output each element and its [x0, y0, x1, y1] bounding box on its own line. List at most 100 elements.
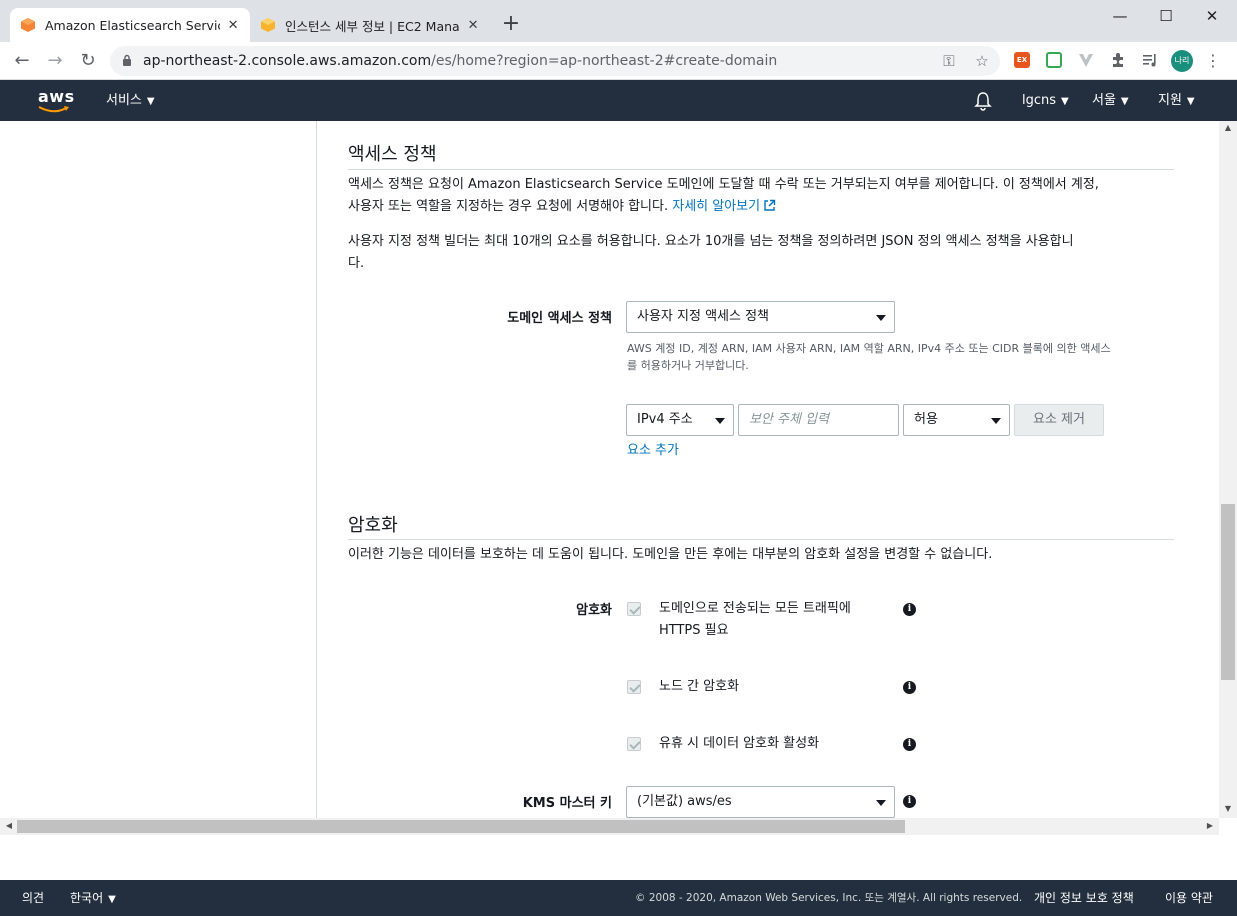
- scroll-left-icon[interactable]: ◀: [0, 821, 18, 830]
- access-policy-hint-line2: 를 허용하거나 거부합니다.: [627, 359, 749, 372]
- domain-access-policy-select[interactable]: 사용자 지정 액세스 정책: [626, 301, 895, 333]
- scroll-up-icon[interactable]: ▲: [1219, 123, 1237, 132]
- aws-cube-icon: [21, 18, 35, 32]
- dropdown-arrow-icon: [715, 418, 725, 424]
- vertical-scrollbar[interactable]: ▲ ▼: [1219, 121, 1237, 818]
- kms-master-key-select[interactable]: (기본값) aws/es: [626, 786, 895, 818]
- privacy-policy-link[interactable]: 개인 정보 보호 정책: [1034, 880, 1134, 916]
- language-label: 한국어: [70, 891, 104, 905]
- browser-menu-icon[interactable]: ⋮: [1205, 50, 1221, 72]
- https-required-checkbox[interactable]: [627, 602, 641, 616]
- url-host: ap-northeast-2.console.aws.amazon.com: [143, 53, 432, 69]
- encryption-description: 이러한 기능은 데이터를 보호하는 데 도움이 됩니다. 도메인을 만든 후에는…: [348, 547, 993, 562]
- aws-logo[interactable]: aws: [38, 87, 75, 106]
- lock-icon: [123, 54, 131, 66]
- url-path: /es/home?region=ap-northeast-2#create-do…: [431, 53, 778, 69]
- extension-screen-icon[interactable]: [1046, 52, 1062, 68]
- media-queue-icon[interactable]: [1142, 52, 1158, 68]
- caret-down-icon: ▼: [146, 96, 155, 107]
- info-icon[interactable]: i: [903, 738, 916, 751]
- close-window-icon[interactable]: ✕: [1189, 4, 1235, 28]
- reload-icon[interactable]: ↻: [76, 50, 100, 72]
- services-menu[interactable]: 서비스 ▼: [106, 80, 155, 122]
- policy-builder-line2: 다.: [348, 256, 365, 271]
- info-icon[interactable]: i: [903, 603, 916, 616]
- learn-more-link[interactable]: 자세히 알아보기: [672, 199, 776, 214]
- key-icon[interactable]: ⚿: [939, 52, 959, 70]
- support-label: 지원: [1158, 93, 1182, 108]
- profile-avatar[interactable]: 나리: [1171, 50, 1193, 72]
- language-menu[interactable]: 한국어 ▼: [70, 880, 116, 916]
- access-policy-desc-line2: 사용자 또는 역할을 지정하는 경우 요청에 서명해야 합니다. 자세히 알아보…: [348, 196, 1178, 218]
- encryption-at-rest-checkbox[interactable]: [627, 737, 641, 751]
- browser-tab-ec2[interactable]: 인스턴스 세부 정보 | EC2 Manag ✕: [250, 8, 490, 42]
- encryption-title: 암호화: [348, 515, 398, 536]
- kms-master-key-value: (기본값) aws/es: [637, 794, 732, 809]
- effect-value: 허용: [914, 412, 938, 427]
- element-type-select[interactable]: IPv4 주소: [626, 404, 734, 436]
- bookmark-star-icon[interactable]: ☆: [972, 52, 992, 70]
- extension-ex-icon[interactable]: EX: [1014, 52, 1030, 68]
- https-required-line2: HTTPS 필요: [659, 623, 729, 638]
- encryption-at-rest-label: 유휴 시 데이터 암호화 활성화: [659, 736, 820, 751]
- maximize-icon[interactable]: ☐: [1143, 4, 1189, 28]
- forward-icon[interactable]: →: [43, 50, 67, 72]
- browser-tab-strip: Amazon Elasticsearch Service M ✕ 인스턴스 세부…: [0, 0, 1237, 42]
- caret-down-icon: ▼: [108, 894, 116, 905]
- back-icon[interactable]: ←: [10, 50, 34, 72]
- access-policy-hint-line1: AWS 계정 ID, 계정 ARN, IAM 사용자 ARN, IAM 역할 A…: [627, 342, 1111, 355]
- access-policy-desc-line1: 액세스 정책은 요청이 Amazon Elasticsearch Service…: [348, 177, 1099, 192]
- remove-element-button[interactable]: 요소 제거: [1014, 404, 1104, 436]
- domain-access-policy-label: 도메인 액세스 정책: [507, 311, 612, 326]
- support-menu[interactable]: 지원 ▼: [1158, 80, 1195, 122]
- address-bar[interactable]: ap-northeast-2.console.aws.amazon.com/es…: [110, 46, 1000, 76]
- feedback-link[interactable]: 의견: [22, 880, 44, 916]
- region-menu[interactable]: 서울 ▼: [1092, 80, 1129, 122]
- dropdown-arrow-icon: [991, 418, 1001, 424]
- section-divider: [348, 539, 1174, 540]
- https-required-label: 도메인으로 전송되는 모든 트래픽에 HTTPS 필요: [659, 598, 899, 642]
- tab-title: Amazon Elasticsearch Service M: [45, 17, 220, 33]
- dropdown-arrow-icon: [876, 315, 886, 321]
- scroll-right-icon[interactable]: ▶: [1201, 821, 1219, 830]
- horizontal-scrollbar[interactable]: ◀ ▶: [0, 818, 1219, 835]
- kms-master-key-label: KMS 마스터 키: [522, 796, 612, 811]
- add-element-link[interactable]: 요소 추가: [627, 440, 679, 462]
- horizontal-scroll-thumb[interactable]: [17, 820, 905, 833]
- aws-footer: 의견 한국어 ▼ © 2008 - 2020, Amazon Web Servic…: [0, 880, 1237, 916]
- left-panel: [0, 121, 317, 818]
- policy-builder-note: 사용자 지정 정책 빌더는 최대 10개의 요소를 허용합니다. 요소가 10개…: [348, 231, 1178, 275]
- aws-smile-icon: [38, 106, 69, 113]
- node-to-node-encryption-label: 노드 간 암호화: [659, 679, 740, 694]
- caret-down-icon: ▼: [1186, 96, 1195, 107]
- access-policy-title: 액세스 정책: [348, 144, 437, 165]
- external-link-icon: [764, 199, 776, 211]
- caret-down-icon: ▼: [1120, 96, 1129, 107]
- vertical-scroll-thumb[interactable]: [1221, 504, 1235, 680]
- tab-close-icon[interactable]: ✕: [226, 18, 240, 33]
- browser-tab-elasticsearch[interactable]: Amazon Elasticsearch Service M ✕: [10, 8, 250, 42]
- access-policy-desc-line2-text: 사용자 또는 역할을 지정하는 경우 요청에 서명해야 합니다.: [348, 199, 669, 214]
- effect-select[interactable]: 허용: [903, 404, 1010, 436]
- terms-of-use-link[interactable]: 이용 약관: [1165, 880, 1213, 916]
- notifications-bell-icon[interactable]: [974, 80, 992, 121]
- dropdown-arrow-icon: [876, 800, 886, 806]
- new-tab-button[interactable]: +: [499, 12, 523, 36]
- copyright-text: © 2008 - 2020, Amazon Web Services, Inc.…: [635, 892, 1023, 904]
- tab-close-icon[interactable]: ✕: [466, 18, 480, 33]
- principal-input[interactable]: 보안 주체 입력: [738, 404, 899, 436]
- encryption-label: 암호화: [576, 603, 612, 618]
- extension-v-icon[interactable]: [1078, 52, 1094, 68]
- node-to-node-encryption-checkbox[interactable]: [627, 680, 641, 694]
- policy-builder-line1: 사용자 지정 정책 빌더는 최대 10개의 요소를 허용합니다. 요소가 10개…: [348, 234, 1074, 249]
- caret-down-icon: ▼: [1061, 96, 1069, 107]
- account-menu[interactable]: lgcns ▼: [1022, 80, 1069, 122]
- scroll-down-icon[interactable]: ▼: [1219, 804, 1237, 813]
- extensions-puzzle-icon[interactable]: [1110, 52, 1126, 68]
- info-icon[interactable]: i: [903, 795, 916, 808]
- domain-access-policy-value: 사용자 지정 액세스 정책: [637, 309, 769, 324]
- element-type-value: IPv4 주소: [637, 412, 693, 427]
- info-icon[interactable]: i: [903, 681, 916, 694]
- minimize-icon[interactable]: —: [1097, 4, 1143, 28]
- region-label: 서울: [1092, 93, 1116, 108]
